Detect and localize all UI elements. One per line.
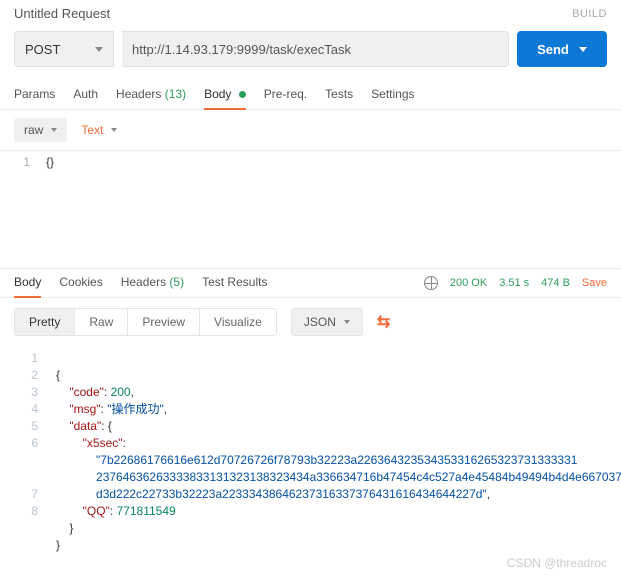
format-select[interactable]: JSON: [291, 308, 363, 336]
tab-prereq[interactable]: Pre-req.: [264, 81, 307, 109]
resp-tab-tests[interactable]: Test Results: [202, 269, 267, 297]
resp-tab-cookies[interactable]: Cookies: [59, 269, 102, 297]
tab-settings[interactable]: Settings: [371, 81, 414, 109]
request-tabs: Params Auth Headers (13) Body Pre-req. T…: [0, 77, 621, 110]
save-response[interactable]: Save: [582, 277, 607, 289]
request-body-editor[interactable]: 1 {}: [0, 150, 621, 268]
resp-tab-headers[interactable]: Headers (5): [121, 269, 184, 297]
response-body-editor[interactable]: 1 2 3 4 5 6 7 8 { "code": 200, "msg": "操…: [0, 346, 621, 578]
watermark: CSDN @threadroc: [507, 556, 607, 570]
view-mode-group: Pretty Raw Preview Visualize: [14, 308, 277, 336]
tab-tests[interactable]: Tests: [325, 81, 353, 109]
tab-params[interactable]: Params: [14, 81, 55, 109]
tab-body[interactable]: Body: [204, 81, 246, 109]
code-area[interactable]: {}: [40, 151, 621, 268]
response-time: 3.51 s: [499, 277, 529, 289]
line-gutter: 1 2 3 4 5 6 7 8: [0, 346, 50, 558]
status-code: 200 OK: [450, 277, 487, 289]
method-value: POST: [25, 42, 95, 57]
view-preview[interactable]: Preview: [128, 309, 200, 335]
response-code: { "code": 200, "msg": "操作成功", "data": { …: [50, 346, 621, 558]
view-visualize[interactable]: Visualize: [200, 309, 276, 335]
resp-tab-body[interactable]: Body: [14, 269, 41, 297]
build-label: BUILD: [572, 8, 607, 20]
dot-icon: [239, 91, 246, 98]
chevron-down-icon[interactable]: [579, 47, 587, 52]
send-button[interactable]: Send: [517, 31, 607, 67]
view-pretty[interactable]: Pretty: [15, 309, 75, 335]
line-gutter: 1: [0, 151, 40, 268]
url-input[interactable]: http://1.14.93.179:9999/task/execTask: [122, 31, 509, 67]
tab-auth[interactable]: Auth: [73, 81, 98, 109]
response-size: 474 B: [541, 277, 570, 289]
tab-headers[interactable]: Headers (13): [116, 81, 186, 109]
chevron-down-icon: [51, 128, 57, 132]
body-type-select[interactable]: raw: [14, 118, 67, 142]
globe-icon[interactable]: [424, 276, 438, 290]
chevron-down-icon: [95, 47, 103, 52]
wrap-lines-icon[interactable]: ⇆: [377, 312, 390, 332]
chevron-down-icon: [344, 320, 350, 324]
body-format-select[interactable]: Text: [81, 123, 117, 137]
method-select[interactable]: POST: [14, 31, 114, 67]
chevron-down-icon: [111, 128, 117, 132]
request-title: Untitled Request: [14, 6, 110, 21]
view-raw[interactable]: Raw: [75, 309, 128, 335]
